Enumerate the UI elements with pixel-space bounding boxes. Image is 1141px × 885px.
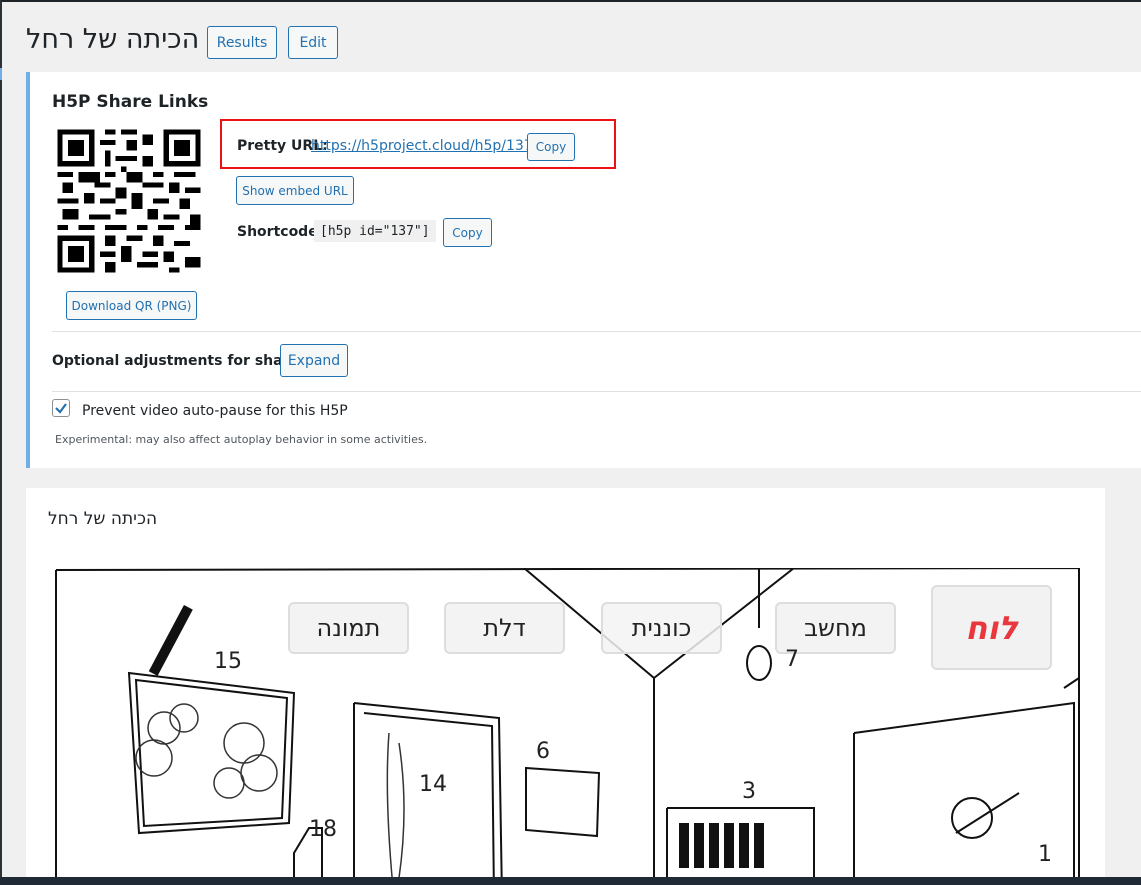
admin-top-bar: [0, 0, 1141, 2]
edit-button[interactable]: Edit: [288, 26, 338, 59]
optional-adjustments-label: Optional adjustments for sharing: [52, 353, 315, 369]
expand-button[interactable]: Expand: [280, 344, 348, 377]
page-title: הכיתה של רחל: [26, 24, 200, 55]
word-button-door[interactable]: דלת: [444, 602, 565, 654]
item-number: 1: [1038, 842, 1052, 867]
item-number: 7: [785, 647, 799, 672]
pretty-url-highlight: [220, 119, 616, 169]
word-button-picture[interactable]: תמונה: [288, 602, 409, 654]
shortcode-label: Shortcode:: [237, 224, 324, 240]
copy-shortcode-button[interactable]: Copy: [443, 218, 492, 247]
word-button-board[interactable]: לוח: [931, 585, 1052, 670]
item-number: 14: [419, 772, 447, 797]
qr-code: [52, 124, 206, 278]
prevent-autopause-checkbox[interactable]: [52, 399, 70, 417]
divider: [52, 331, 1141, 332]
results-button[interactable]: Results: [207, 26, 277, 59]
h5p-content-panel: הכיתה של רחל לוח מחשב כוננית דלת תמונה 1…: [26, 488, 1105, 885]
content-title: הכיתה של רחל: [48, 509, 158, 529]
admin-sidebar-edge: [0, 0, 2, 885]
item-number: 15: [214, 649, 242, 674]
download-qr-button[interactable]: Download QR (PNG): [66, 291, 197, 320]
item-number: 3: [742, 779, 756, 804]
taskbar: [0, 877, 1141, 885]
classroom-illustration: [55, 568, 1080, 885]
word-button-bookshelf[interactable]: כוננית: [601, 602, 722, 654]
checkmark-icon: [55, 403, 67, 414]
shortcode-value: [h5p id="137"]: [314, 220, 436, 242]
show-embed-url-button[interactable]: Show embed URL: [236, 176, 354, 205]
experimental-hint: Experimental: may also affect autoplay b…: [55, 433, 428, 446]
item-number: 18: [309, 817, 337, 842]
item-number: 6: [536, 739, 550, 764]
prevent-autopause-label: Prevent video auto-pause for this H5P: [82, 403, 348, 419]
sidebar-accent: [0, 68, 2, 80]
share-panel-title: H5P Share Links: [52, 92, 209, 112]
divider: [52, 391, 1141, 392]
